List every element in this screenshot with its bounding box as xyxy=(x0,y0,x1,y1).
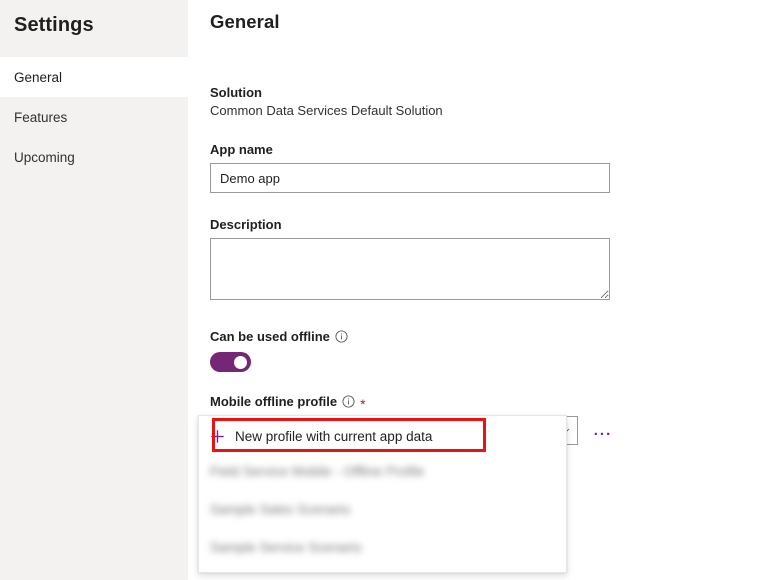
solution-value: Common Data Services Default Solution xyxy=(210,103,765,118)
dropdown-item-option[interactable]: Field Service Mobile - Offline Profile xyxy=(199,452,566,490)
description-label: Description xyxy=(210,217,765,232)
info-circle-icon xyxy=(342,395,355,408)
dropdown-item-option[interactable]: Sample Service Scenario xyxy=(199,528,566,566)
main-content: General Solution Common Data Services De… xyxy=(188,0,765,580)
sidebar-item-label: Upcoming xyxy=(14,150,75,165)
app-name-input[interactable] xyxy=(210,163,610,193)
sidebar-item-label: Features xyxy=(14,110,67,125)
offline-toggle-label-row: Can be used offline xyxy=(210,329,765,344)
app-name-label: App name xyxy=(210,142,765,157)
sidebar: Settings General Features Upcoming xyxy=(0,0,188,580)
sidebar-item-general[interactable]: General xyxy=(0,57,188,97)
dropdown-item-label: New profile with current app data xyxy=(235,429,432,444)
solution-field: Solution Common Data Services Default So… xyxy=(210,85,765,118)
sidebar-item-features[interactable]: Features xyxy=(0,97,188,137)
required-asterisk: * xyxy=(360,399,365,409)
app-name-field: App name xyxy=(210,142,765,193)
ellipsis-icon: ... xyxy=(594,426,613,436)
dropdown-item-label: Field Service Mobile - Offline Profile xyxy=(210,464,424,479)
offline-toggle-switch[interactable] xyxy=(210,352,251,372)
info-circle-icon xyxy=(335,330,348,343)
dropdown-item-option[interactable]: Sample Sales Scenario xyxy=(199,490,566,528)
plus-icon xyxy=(210,429,225,444)
sidebar-title: Settings xyxy=(0,0,188,37)
description-field: Description xyxy=(210,217,765,300)
dropdown-item-label: Sample Service Scenario xyxy=(210,540,362,555)
sidebar-item-upcoming[interactable]: Upcoming xyxy=(0,137,188,177)
dropdown-item-new-profile[interactable]: New profile with current app data xyxy=(199,420,566,452)
toggle-knob xyxy=(234,356,247,369)
mobile-offline-profile-label: Mobile offline profile xyxy=(210,394,337,409)
dropdown-item-label: Sample Sales Scenario xyxy=(210,502,350,517)
settings-window: Settings General Features Upcoming Gener… xyxy=(0,0,765,580)
offline-toggle-label: Can be used offline xyxy=(210,329,330,344)
more-options-button[interactable]: ... xyxy=(592,420,614,442)
solution-label: Solution xyxy=(210,85,765,100)
mobile-offline-profile-dropdown: New profile with current app data Field … xyxy=(198,415,567,573)
offline-toggle-field: Can be used offline xyxy=(210,329,765,372)
sidebar-nav: General Features Upcoming xyxy=(0,57,188,177)
mobile-offline-profile-label-row: Mobile offline profile * xyxy=(210,394,765,409)
page-title: General xyxy=(210,11,765,33)
description-textarea[interactable] xyxy=(210,238,610,300)
sidebar-item-label: General xyxy=(14,70,62,85)
